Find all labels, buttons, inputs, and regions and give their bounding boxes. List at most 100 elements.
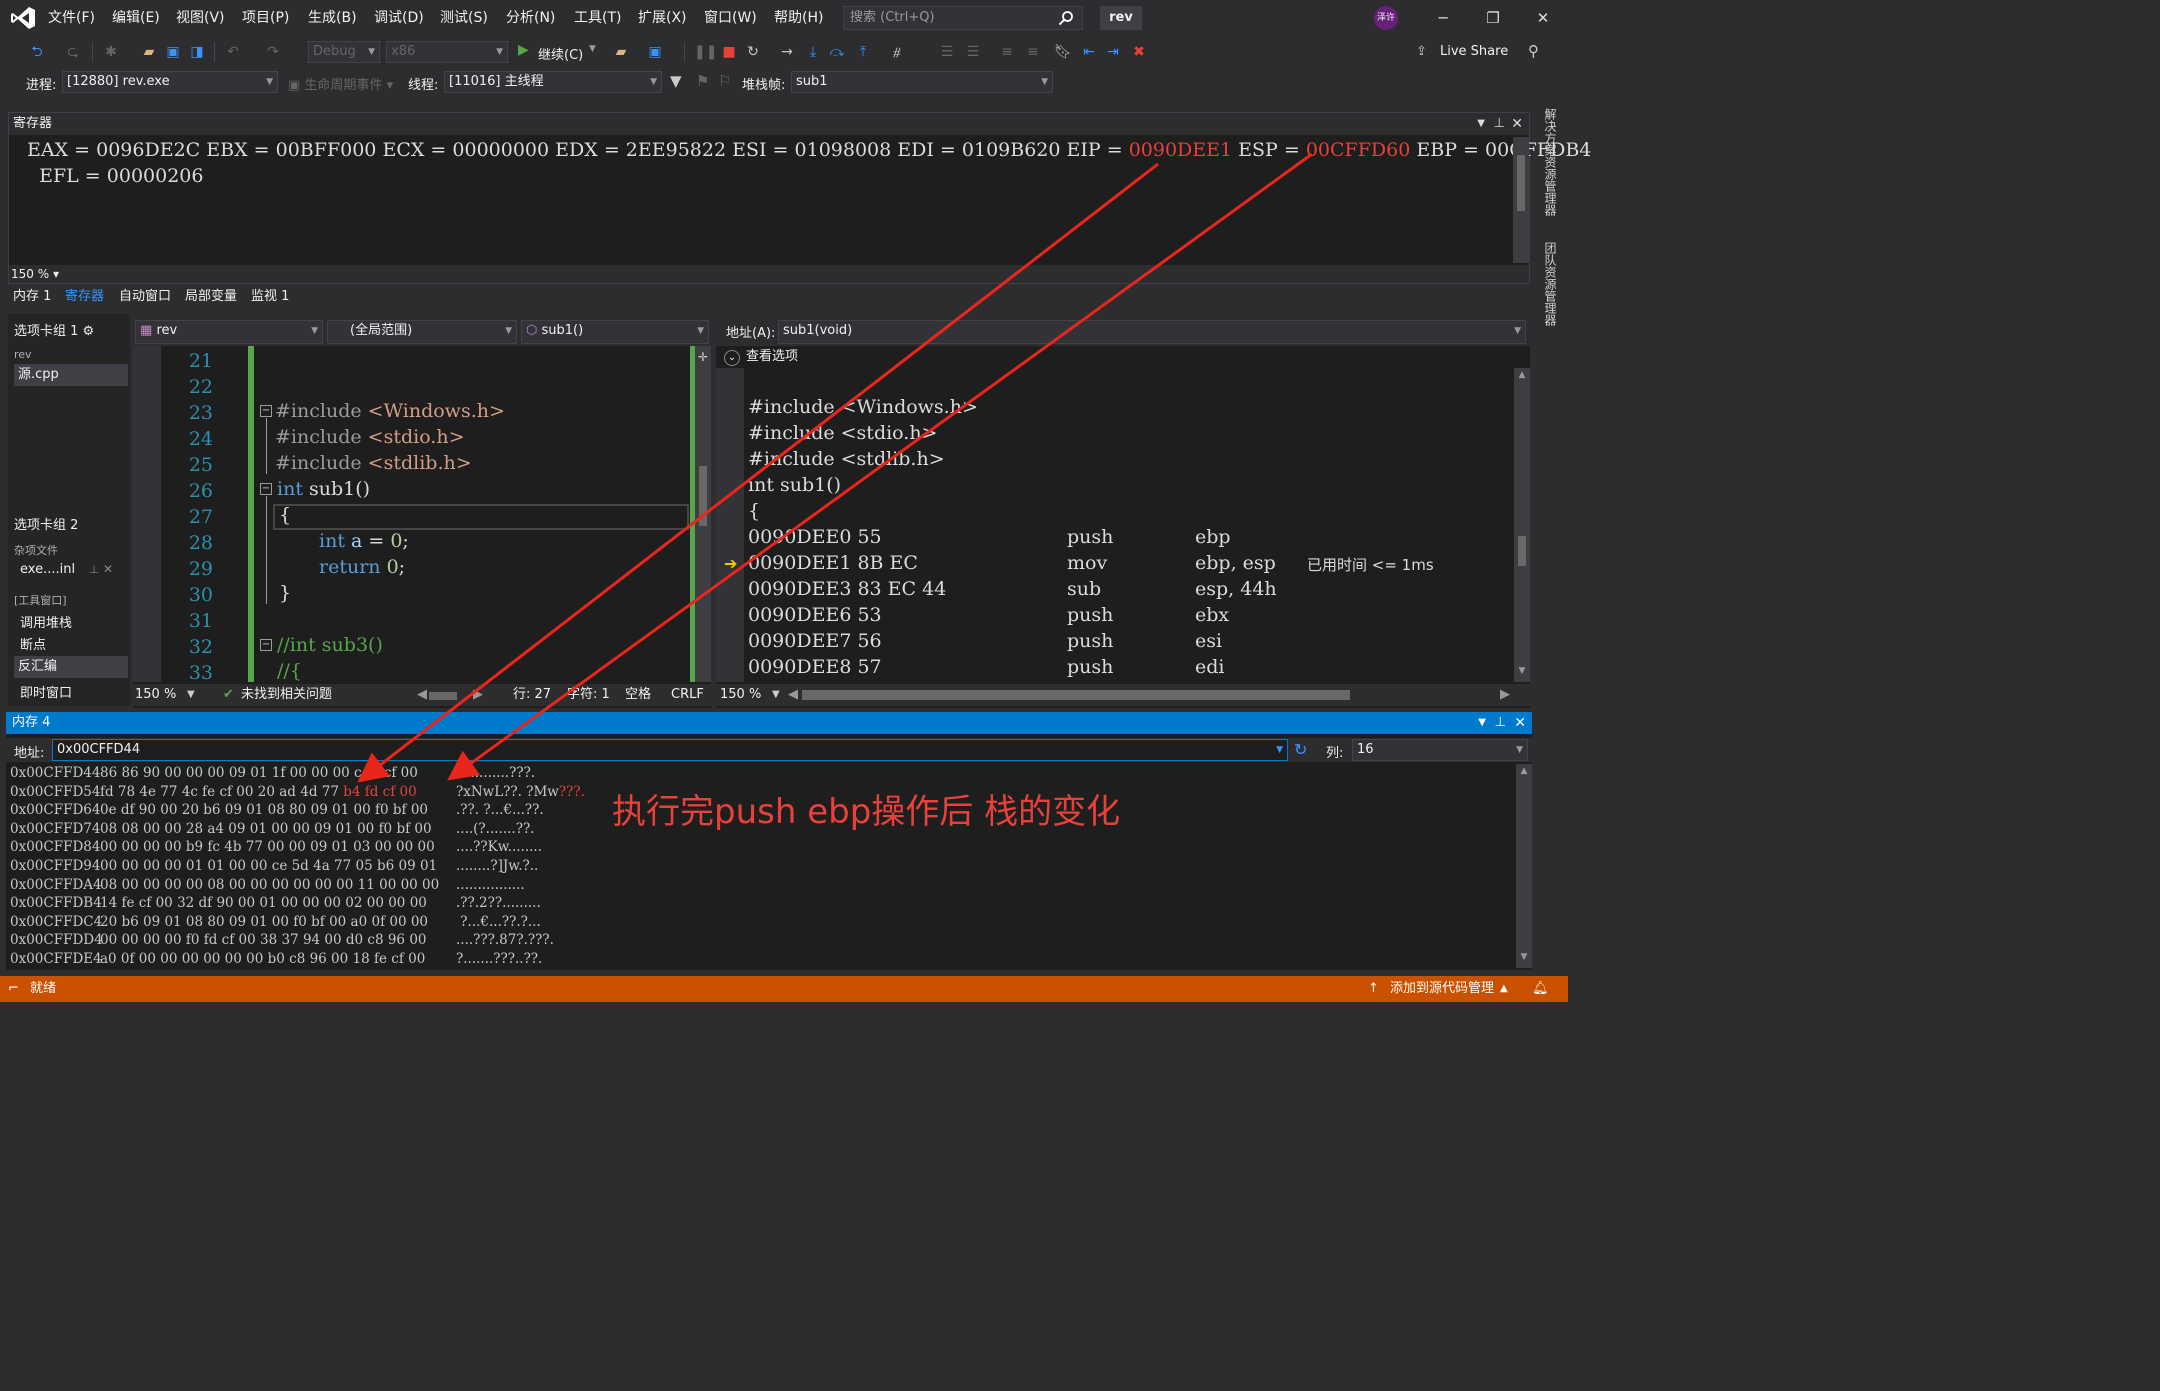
scroll-left-icon[interactable]: ◀ [417,684,427,706]
step-into-icon[interactable]: ⤓ [802,41,824,63]
menu-analyze[interactable]: 分析(N) [502,8,559,28]
scope-combo[interactable]: (全局范围) ▼ [327,320,517,344]
tool-callstack[interactable]: 调用堆栈 [20,612,72,631]
stop-icon[interactable]: ■ [718,41,740,63]
search-box[interactable]: 搜索 (Ctrl+Q) [843,6,1083,30]
scroll-right-icon[interactable]: ▶ [473,684,483,706]
undo-icon[interactable]: ↶ [222,41,244,63]
forward-icon[interactable]: ⮎ [62,41,84,63]
columns-combo[interactable]: 16 ▼ [1352,739,1528,761]
close-icon[interactable]: ✕ [1514,712,1526,734]
thread-combo[interactable]: [11016] 主线程 ▼ [444,71,662,93]
tab-group-1[interactable]: 选项卡组 1 ⚙ [14,320,94,339]
chevron-down-icon[interactable]: ▼ [772,684,780,706]
scroll-left-icon[interactable]: ◀ [788,684,798,706]
registers-scrollbar[interactable] [1513,137,1529,263]
editor-zoom[interactable]: 150 % [135,684,176,706]
disassembly-gutter[interactable] [716,368,744,682]
scrollbar-thumb[interactable] [1518,536,1526,566]
memory-address-input[interactable]: 0x00CFFD44 ▼ [52,739,1288,761]
restart-icon[interactable]: ↻ [742,41,764,63]
project-combo[interactable]: ▦ rev ▼ [135,320,323,344]
pause-icon[interactable]: ❚❚ [694,41,717,63]
scrollbar-thumb[interactable] [699,466,707,526]
scroll-down-icon[interactable]: ▼ [1514,666,1530,676]
platform-combo[interactable]: x86 ▼ [386,41,508,63]
comment-icon[interactable]: ≡ [996,41,1018,63]
screenshot-icon[interactable]: ▣ [644,41,666,63]
source-control-button[interactable]: 添加到源代码管理 [1390,976,1494,1002]
disassembly-vertical-scrollbar[interactable]: ▲ ▼ [1514,368,1530,682]
continue-button[interactable]: 继续(C) [538,44,583,63]
menu-build[interactable]: 生成(B) [304,8,361,28]
open-file-icon[interactable]: ▰ [138,41,160,63]
view-options-row[interactable]: ⌄ 查看选项 [716,346,1530,368]
process-combo[interactable]: [12880] rev.exe ▼ [62,71,278,93]
pin-icon[interactable]: ⊥ [89,563,99,576]
outdent-icon[interactable]: ☰ [962,41,984,63]
hex-display-icon[interactable]: ⧣ [886,41,908,63]
menu-debug[interactable]: 调试(D) [370,8,428,28]
bookmark-icon[interactable]: 🔖︎ [1052,41,1074,63]
close-window-icon[interactable]: ✕ [1528,6,1558,30]
chevron-down-icon[interactable]: ▼ [187,684,195,706]
uncomment-icon[interactable]: ≡ [1022,41,1044,63]
line-ending-indicator[interactable]: CRLF [671,684,704,706]
char-indicator[interactable]: 字符: 1 [567,684,610,706]
clear-bookmarks-icon[interactable]: ✖ [1128,41,1150,63]
tab-registers[interactable]: 寄存器 [60,286,109,308]
editor-vertical-scrollbar[interactable]: ✛ [695,346,711,682]
perf-tip[interactable]: 已用时间 <= 1ms [1307,554,1434,575]
back-icon[interactable]: ⮌ [26,41,48,63]
breakpoint-gutter[interactable] [133,346,161,682]
scroll-right-icon[interactable]: ▶ [1500,684,1510,706]
flag-thread-icon[interactable]: ⚑ [696,72,709,90]
configuration-combo[interactable]: Debug ▼ [308,41,380,63]
split-icon[interactable]: ✛ [695,350,711,364]
menu-edit[interactable]: 编辑(E) [108,8,164,28]
tool-breakpoints[interactable]: 断点 [20,634,46,653]
team-explorer-tab[interactable]: 团队资源管理器 [1542,242,1559,326]
diagnostic-tools-icon[interactable]: ▰ [610,41,632,63]
feedback-icon[interactable]: ⚲ [1528,42,1539,60]
horizontal-scroll-thumb[interactable] [429,692,457,700]
save-icon[interactable]: ▣ [162,41,184,63]
notifications-icon[interactable]: 🔔︎ [1532,976,1549,1002]
step-over-icon[interactable]: ⤼ [826,41,848,63]
memory-vertical-scrollbar[interactable]: ▲ ▼ [1516,764,1532,968]
whitespace-indicator[interactable]: 空格 [625,684,651,706]
pin-icon[interactable]: ⊥ [1495,712,1506,734]
new-project-icon[interactable]: ✱ [100,41,122,63]
menu-project[interactable]: 项目(P) [238,8,293,28]
issues-status[interactable]: 未找到相关问题 [241,684,332,706]
collapse-icon[interactable]: − [260,639,272,651]
live-share-button[interactable]: Live Share [1440,44,1508,59]
collapse-icon[interactable]: − [260,483,272,495]
scroll-up-icon[interactable]: ▲ [1514,370,1530,380]
menu-extensions[interactable]: 扩展(X) [634,8,691,28]
tab-locals[interactable]: 局部变量 [180,286,242,308]
show-flagged-icon[interactable]: ⚐ [718,72,731,90]
close-icon[interactable]: ✕ [1511,113,1523,135]
file-tab-source[interactable]: 源.cpp [14,364,128,386]
line-indicator[interactable]: 行: 27 [513,684,551,706]
lifecycle-events-button[interactable]: ▣ 生命周期事件 ▾ [288,74,393,93]
tab-watch1[interactable]: 监视 1 [246,286,294,308]
menu-help[interactable]: 帮助(H) [770,8,827,28]
window-menu-icon[interactable]: ▼ [1477,113,1485,135]
disassembly-zoom[interactable]: 150 % [720,684,761,706]
scrollbar-thumb[interactable] [1517,155,1525,211]
continue-icon[interactable]: ▶ [518,42,529,58]
show-next-statement-icon[interactable]: → [776,41,798,63]
step-out-icon[interactable]: ⤒ [852,41,874,63]
redo-icon[interactable]: ↷ [262,41,284,63]
tab-autos[interactable]: 自动窗口 [114,286,176,308]
prev-bookmark-icon[interactable]: ⇤ [1078,41,1100,63]
gear-icon[interactable]: ⚙ [83,324,95,339]
menu-tools[interactable]: 工具(T) [570,8,625,28]
chevron-up-icon[interactable]: ▲ [1500,976,1508,1002]
close-icon[interactable]: ✕ [103,562,113,576]
scroll-down-icon[interactable]: ▼ [1516,952,1532,962]
function-combo[interactable]: ⬡ sub1() ▼ [521,320,709,344]
minimize-icon[interactable]: ─ [1428,6,1458,30]
